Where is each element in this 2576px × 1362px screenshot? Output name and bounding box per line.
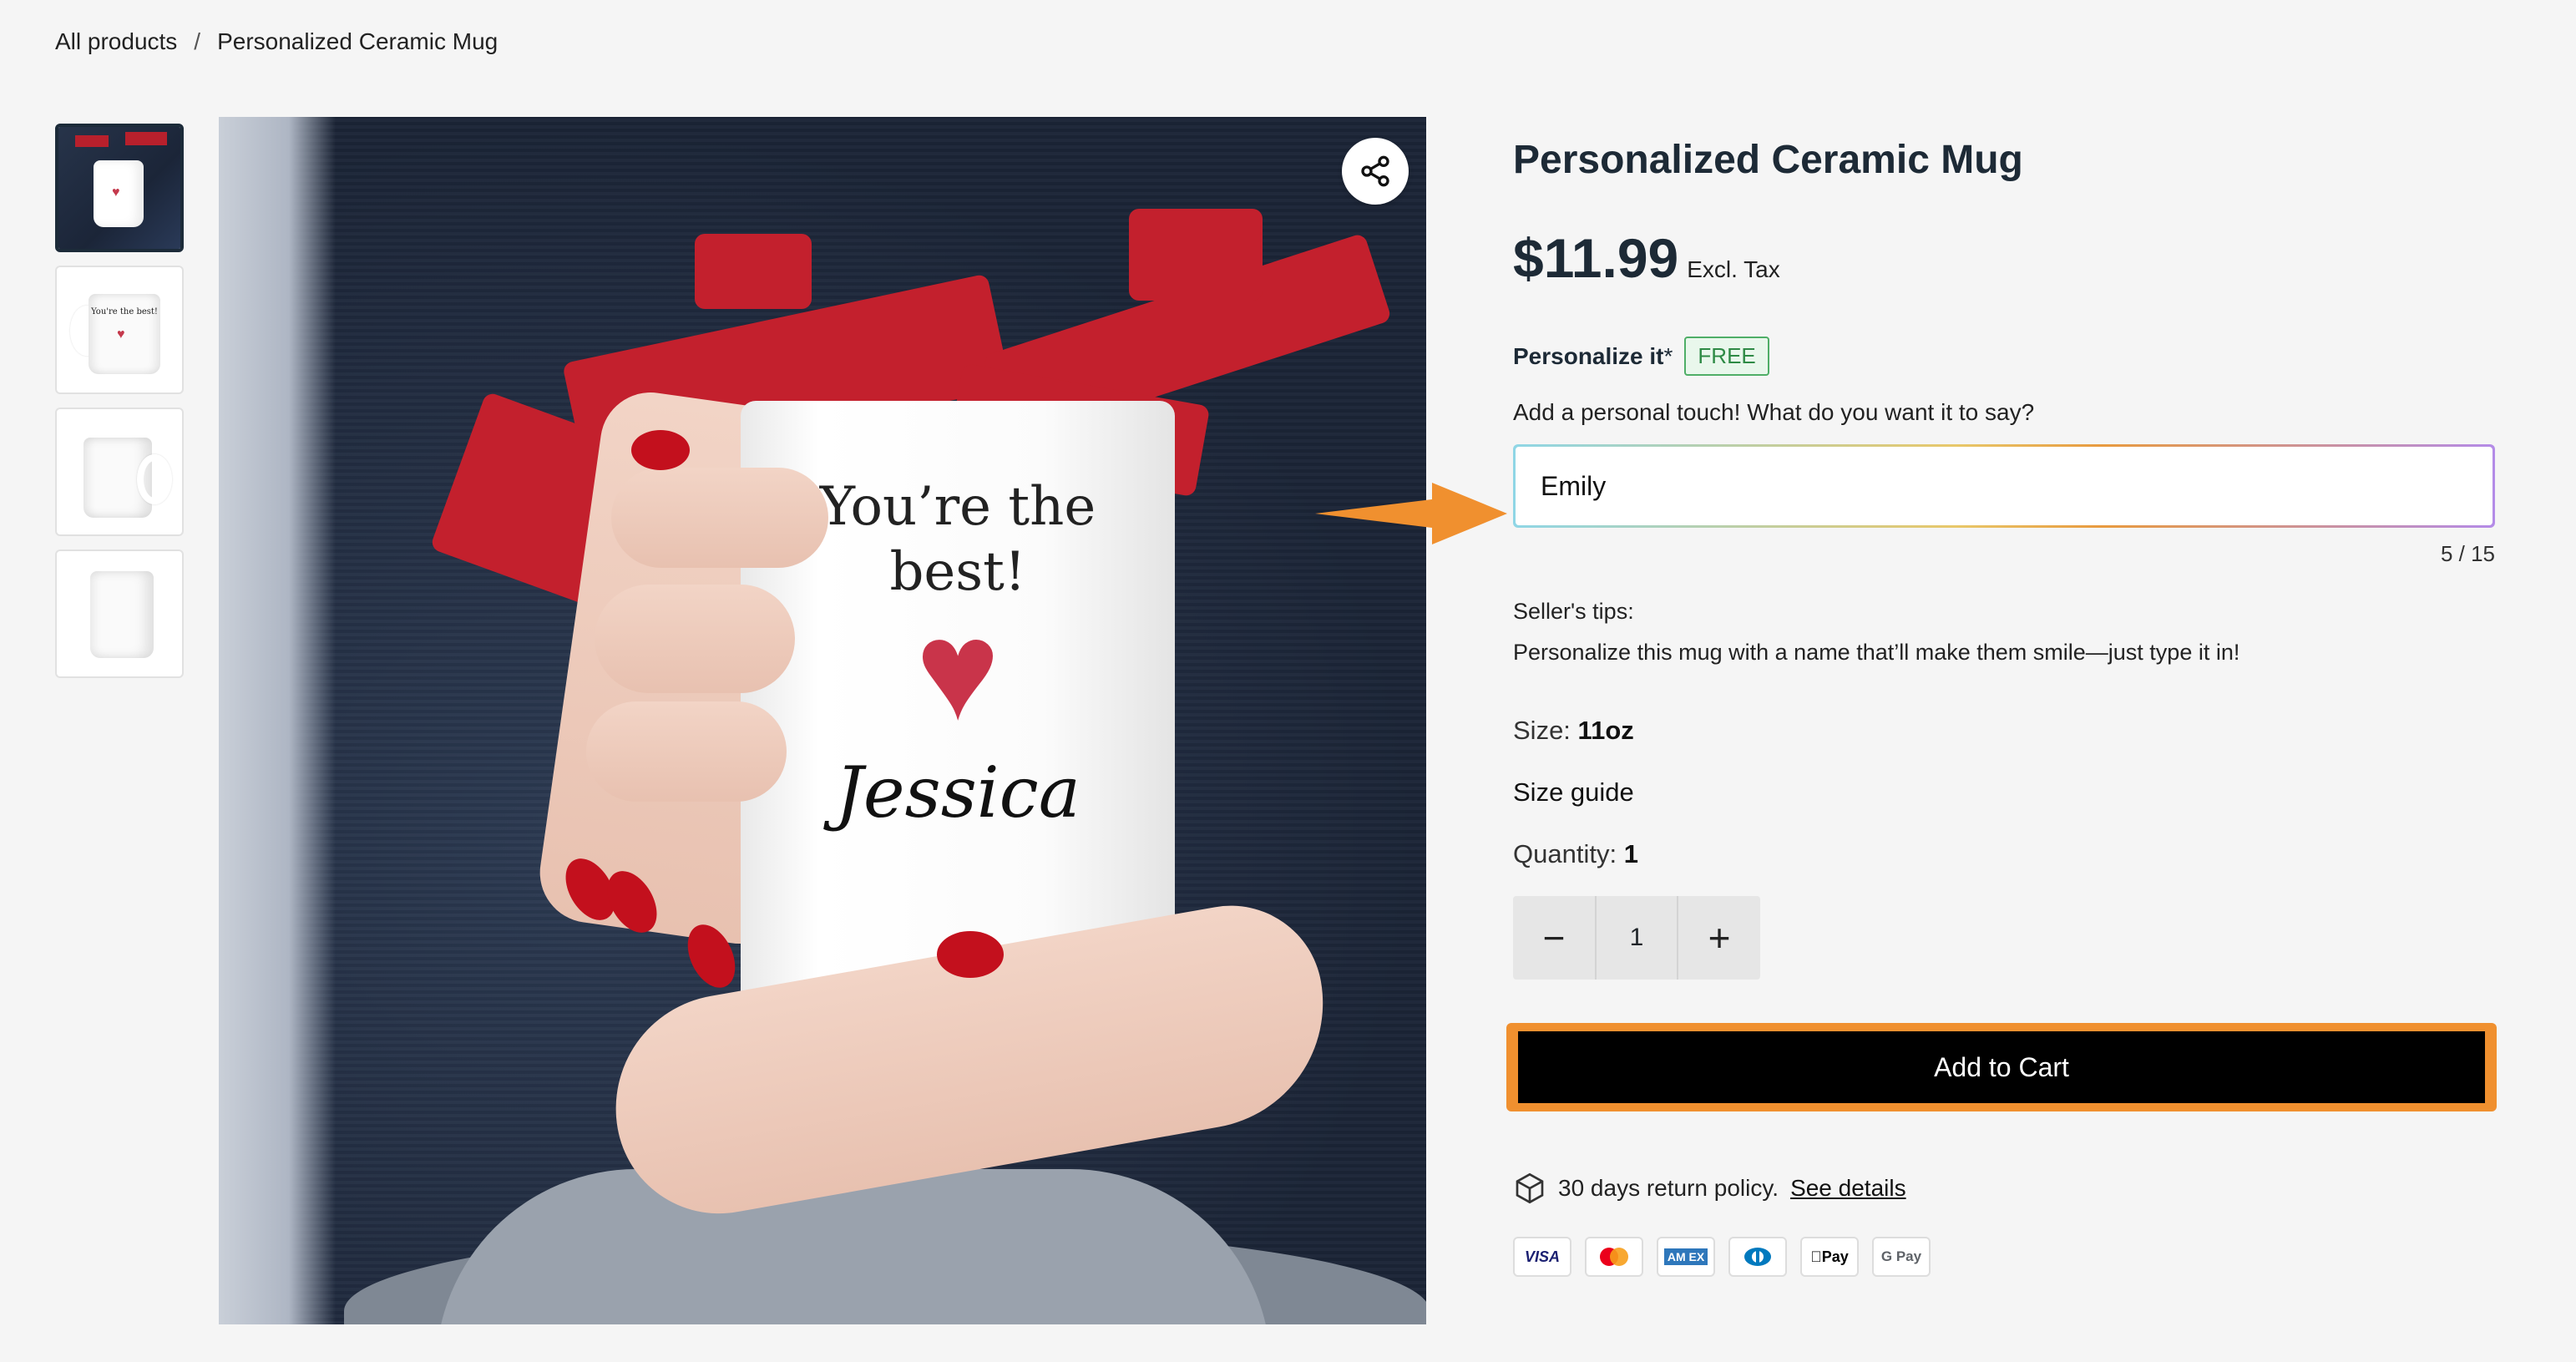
add-to-cart-button[interactable]: Add to Cart	[1518, 1031, 2485, 1103]
diners-icon	[1728, 1237, 1787, 1277]
quantity-label: Quantity:	[1513, 839, 1617, 868]
payment-methods: VISA AM EX Pay G Pay	[1513, 1237, 2497, 1277]
quantity-increase-button[interactable]: +	[1678, 896, 1760, 980]
heart-icon: ♥	[117, 327, 125, 342]
thumbnail-3[interactable]	[55, 408, 184, 536]
breadcrumb-separator: /	[194, 28, 201, 54]
quantity-row: Quantity: 1	[1513, 839, 2497, 869]
quantity-stepper-value: 1	[1595, 896, 1678, 980]
size-value: 11oz	[1577, 716, 1634, 745]
share-icon	[1361, 155, 1389, 187]
breadcrumb: All products / Personalized Ceramic Mug	[55, 28, 498, 55]
breadcrumb-all-products[interactable]: All products	[55, 28, 177, 55]
heart-icon: ♥	[112, 185, 120, 200]
visa-icon: VISA	[1513, 1237, 1571, 1277]
price-row: $11.99 Excl. Tax	[1513, 226, 2497, 290]
mug-name-text: Jessica	[835, 752, 1081, 833]
product-title: Personalized Ceramic Mug	[1513, 138, 2023, 182]
seller-tips-title: Seller's tips:	[1513, 599, 1634, 624]
arrow-pointer-icon	[1315, 483, 1507, 544]
product-details-panel: Personalized Ceramic Mug $11.99 Excl. Ta…	[1506, 117, 2497, 1277]
see-details-link[interactable]: See details	[1790, 1175, 1906, 1202]
size-guide-link[interactable]: Size guide	[1513, 777, 1634, 808]
size-row: Size: 11oz	[1513, 716, 2497, 746]
apple-pay-icon: Pay	[1800, 1237, 1859, 1277]
quantity-decrease-button[interactable]: −	[1513, 896, 1595, 980]
character-counter: 5 / 15	[2440, 541, 2495, 566]
thumbnail-list: ♥ You're the best! ♥	[55, 124, 184, 691]
thumbnail-1[interactable]: ♥	[55, 124, 184, 252]
quantity-value: 1	[1623, 839, 1638, 868]
return-policy: 30 days return policy. See details	[1513, 1172, 2497, 1205]
personalize-header: Personalize it* FREE	[1513, 337, 2497, 376]
thumbnail-1-image: ♥	[58, 127, 180, 249]
mastercard-icon	[1585, 1237, 1643, 1277]
heart-icon: ♥	[915, 591, 1000, 750]
price-tax-note: Excl. Tax	[1687, 256, 1780, 282]
thumbnail-4[interactable]	[55, 549, 184, 678]
personalize-input[interactable]: Emily	[1516, 447, 2492, 525]
personalize-prompt: Add a personal touch! What do you want i…	[1513, 399, 2035, 425]
breadcrumb-current: Personalized Ceramic Mug	[217, 28, 498, 54]
personalize-label: Personalize it*	[1513, 342, 1673, 369]
required-mark: *	[1663, 342, 1673, 369]
google-pay-icon: G Pay	[1872, 1237, 1931, 1277]
quantity-stepper: − 1 +	[1513, 896, 1760, 980]
box-icon	[1516, 1172, 1544, 1204]
share-button[interactable]	[1342, 138, 1409, 205]
main-product-image: You’re the best! ♥ Jessica	[219, 117, 1426, 1324]
amex-icon: AM EX	[1657, 1237, 1715, 1277]
product-price: $11.99	[1513, 227, 1679, 289]
thumbnail-2[interactable]: You're the best! ♥	[55, 266, 184, 394]
free-badge: FREE	[1684, 337, 1769, 376]
thumbnail-2-text: You're the best!	[91, 307, 158, 316]
return-policy-text: 30 days return policy.	[1558, 1175, 1779, 1201]
add-to-cart-highlight: Add to Cart	[1506, 1023, 2497, 1111]
size-label: Size:	[1513, 716, 1571, 745]
seller-tips-text: Personalize this mug with a name that’ll…	[1513, 640, 2240, 665]
personalize-input-border: Emily	[1513, 444, 2495, 528]
